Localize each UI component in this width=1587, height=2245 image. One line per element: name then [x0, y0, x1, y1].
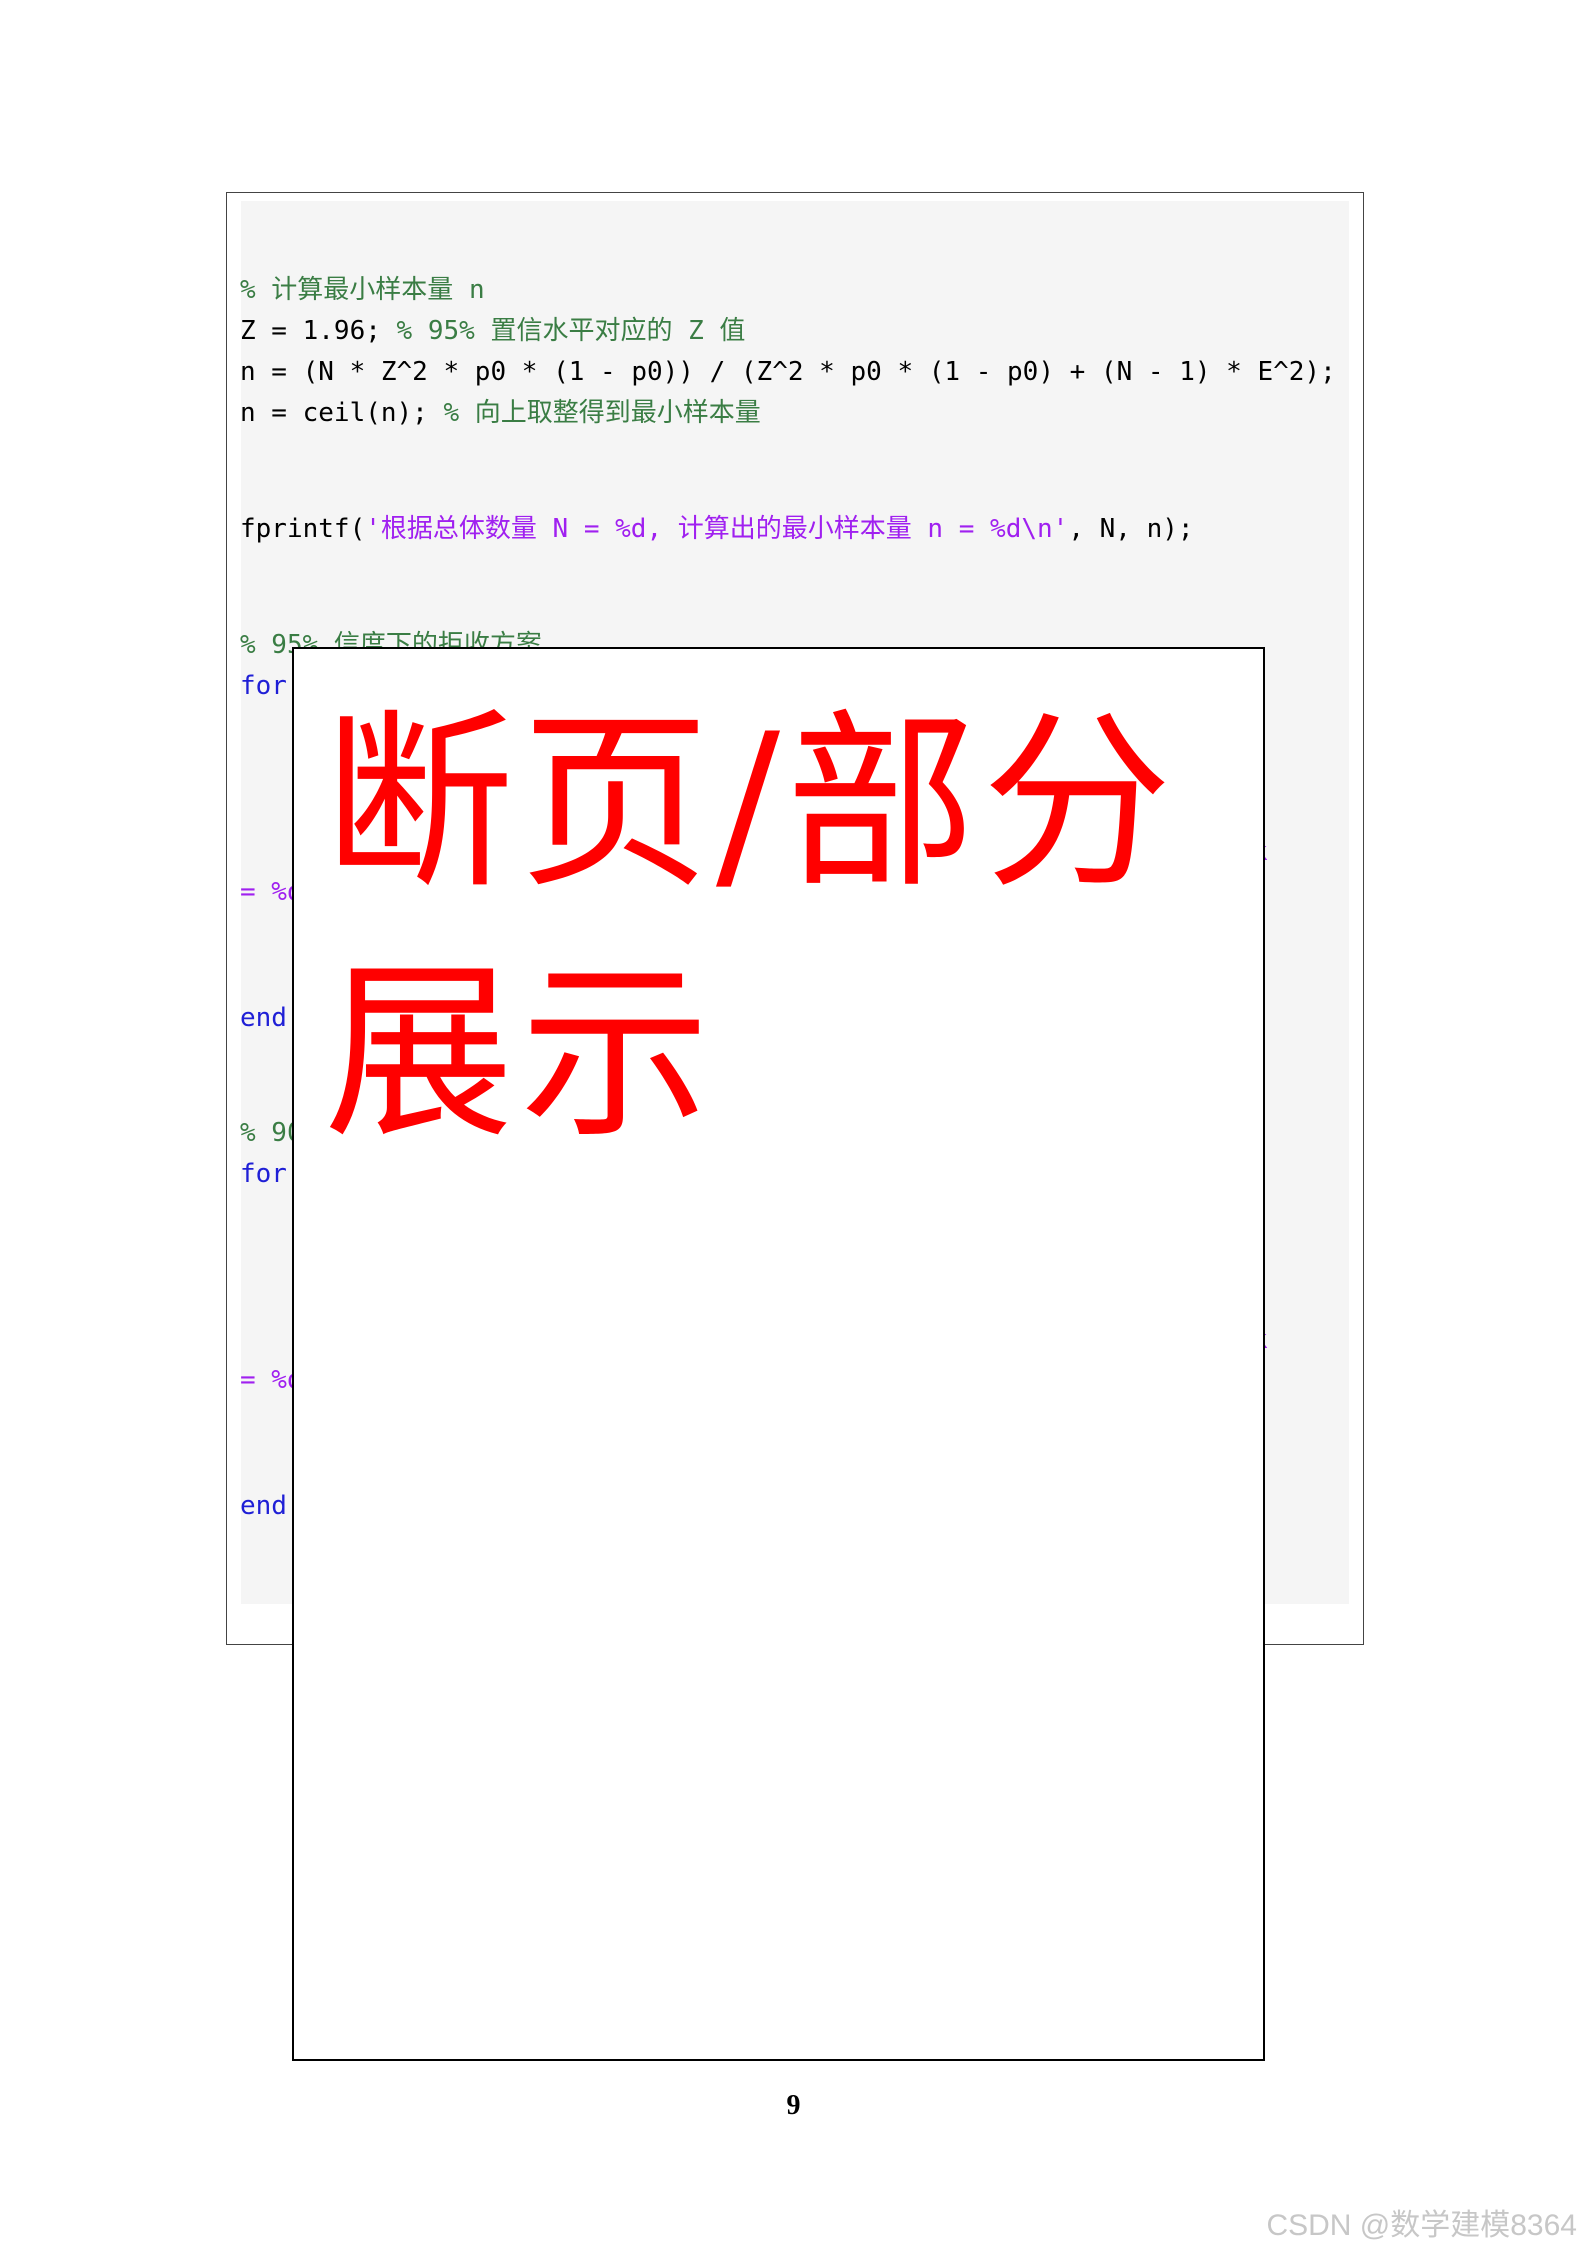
- code-z-assign: Z = 1.96;: [240, 316, 397, 346]
- code-ceil-comment: % 向上取整得到最小样本量: [443, 398, 761, 428]
- code-line-for-1: for: [240, 671, 287, 701]
- code-line-end-2: end: [240, 1491, 287, 1521]
- code-fprintf-string: '根据总体数量 N = %d, 计算出的最小样本量 n = %d\n': [365, 514, 1069, 544]
- code-line-end-1: end: [240, 1003, 287, 1033]
- page-break-notice: 断页/部分 展示: [324, 679, 1244, 1179]
- csdn-watermark: CSDN @数学建模8364: [1266, 2209, 1577, 2242]
- code-line-comment-min-sample: % 计算最小样本量 n: [240, 275, 485, 305]
- code-line-fprintf: fprintf('根据总体数量 N = %d, 计算出的最小样本量 n = %d…: [240, 511, 1194, 547]
- page-break-notice-line2: 展示: [324, 943, 717, 1164]
- code-line-ceil: n = ceil(n); % 向上取整得到最小样本量: [240, 395, 761, 431]
- code-ceil-assign: n = ceil(n);: [240, 398, 444, 428]
- page-break-notice-line1: 断页/部分: [324, 693, 1179, 914]
- code-fprintf-prefix: fprintf(: [240, 514, 366, 544]
- code-z-comment: % 95% 置信水平对应的 Z 值: [396, 316, 746, 346]
- code-line-n-formula: n = (N * Z^2 * p0 * (1 - p0)) / (Z^2 * p…: [240, 357, 1336, 387]
- page-break-overlay: 断页/部分 展示: [292, 647, 1265, 2061]
- code-line-z-value: Z = 1.96; % 95% 置信水平对应的 Z 值: [240, 313, 745, 349]
- page-number: 9: [786, 2090, 801, 2121]
- code-line-for-2: for: [240, 1159, 287, 1189]
- code-fprintf-suffix: , N, n);: [1068, 514, 1194, 544]
